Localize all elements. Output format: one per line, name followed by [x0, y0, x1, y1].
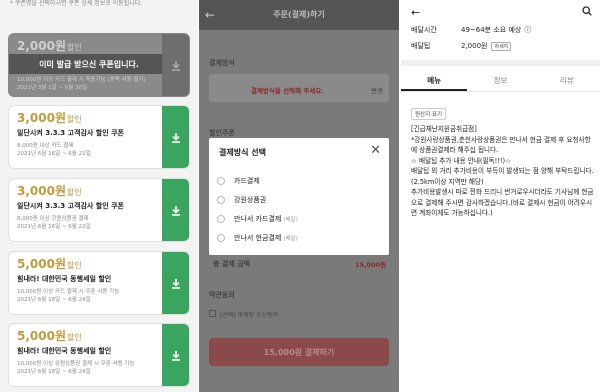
- option-label: 카드결제: [234, 177, 260, 185]
- coupon-list-panel: * 쿠폰명을 선택하시면 쿠폰 상세 정보로 이동됩니다. 2,000원할인 .…: [0, 0, 198, 392]
- coupon-card[interactable]: 2,000원할인 . 10,000원 이상 카드 결제 시 적용가능 (동백 사…: [8, 33, 190, 97]
- download-icon: [171, 206, 180, 216]
- delivery-time-label: 배달시간: [411, 26, 437, 34]
- option-label: 만나서 현금결제: [234, 234, 282, 242]
- discount-label: 할인쿠폰: [209, 129, 235, 137]
- coupon-card[interactable]: 5,000원할인 힘내라! 대한민국 동행세일 할인 10,000원 이상 강원…: [8, 323, 190, 387]
- payment-option[interactable]: 만나서 현금결제 (배달): [217, 231, 298, 245]
- radio-icon[interactable]: [217, 215, 225, 223]
- coupon-title: 힘내라! 대한민국 동행세일 할인: [17, 275, 112, 283]
- delivery-fee-label: 배달팁: [411, 42, 431, 50]
- coupon-amount: 2,000원할인: [17, 39, 82, 53]
- store-notice: [긴급재난지원금취급점] *강원사랑상품권,춘천사랑상품권은 만나서 현금 결제…: [411, 124, 594, 219]
- coupon-condition: 8,000원 이상 카드 결제: [17, 143, 74, 149]
- payment-option[interactable]: 카드결제: [217, 174, 260, 188]
- tab-review[interactable]: 리뷰: [534, 70, 600, 91]
- coupon-note: * 쿠폰명을 선택하시면 쿠폰 상세 정보로 이동됩니다.: [10, 0, 143, 7]
- coupon-amount: 5,000원할인: [17, 329, 82, 343]
- back-arrow-icon[interactable]: ←: [411, 6, 420, 19]
- option-label: 강원상품권: [234, 196, 267, 204]
- option-sub: (배달): [283, 217, 298, 223]
- delivery-fee-row: 배달팁 2,000원 자세히: [411, 41, 512, 51]
- coupon-condition: 8,000원 이상 강원상품권 결제: [17, 216, 89, 222]
- coupon-date: 2021년 3월 1일 ~ 6월 30일: [17, 85, 88, 91]
- coupon-download-button[interactable]: [162, 106, 189, 168]
- total-label: 총 결제 금액: [213, 260, 251, 268]
- marketing-checkbox[interactable]: [209, 310, 216, 317]
- coupon-condition: 10,000원 이상 카드 결제 시 적용가능 (동백 사용 불가): [17, 77, 146, 83]
- marketing-label: [선택] 마케팅 수신동의: [220, 312, 279, 319]
- page-title: 주문(결제)하기: [273, 10, 325, 19]
- payment-option[interactable]: 강원상품권: [217, 193, 266, 207]
- coupon-date: 2021년 6월 18일 ~ 6월 24일: [17, 369, 91, 375]
- origin-label-chip[interactable]: 원산지 표기: [411, 108, 447, 120]
- coupon-download-button[interactable]: [162, 34, 189, 96]
- modal-title: 결제방식 선택: [219, 148, 266, 157]
- download-icon: [171, 133, 180, 143]
- delivery-fee-value: 2,000원: [461, 42, 488, 50]
- payment-method-label: 결제방식: [209, 59, 235, 67]
- coupon-condition: 10,000원 이상 강원상품권 결제 시 쿠폰 사용 가능: [17, 361, 135, 367]
- coupon-title: 일단시켜 3.3.3 고객감사 할인 쿠폰: [17, 202, 124, 210]
- search-icon[interactable]: [582, 6, 592, 16]
- coupon-body[interactable]: 3,000원할인 일단시켜 3.3.3 고객감사 할인 쿠폰 8,000원 이상…: [9, 106, 163, 168]
- download-icon: [171, 279, 180, 289]
- coupon-body[interactable]: 3,000원할인 일단시켜 3.3.3 고객감사 할인 쿠폰 8,000원 이상…: [9, 179, 163, 241]
- payment-method-modal: 결제방식 선택 ✕ 카드결제 강원상품권 만나서 카드결제 (배달) 만나서 현…: [209, 138, 389, 255]
- coupon-amount: 3,000원할인: [17, 111, 82, 125]
- checkout-panel: ← 주문(결제)하기 결제방식 결제방식을 선택해 주세요. 변경 할인쿠폰 총…: [199, 0, 399, 392]
- coupon-body[interactable]: 5,000원할인 힘내라! 대한민국 동행세일 할인 10,000원 이상 강원…: [9, 324, 163, 386]
- tab-menu[interactable]: 메뉴: [401, 70, 468, 91]
- coupon-date: 2021년 6월 16일 ~ 6월 22일: [17, 151, 91, 157]
- coupon-date: 2021년 6월 16일 ~ 6월 22일: [17, 224, 91, 230]
- radio-icon[interactable]: [217, 196, 225, 204]
- payment-option[interactable]: 만나서 카드결제 (배달): [217, 212, 298, 226]
- coupon-download-button[interactable]: [162, 179, 189, 241]
- notice-line: ☆ 배달팁 추가 내용 안내(필독!!!)☆: [411, 156, 512, 165]
- coupon-title: 일단시켜 3.3.3 고객감사 할인 쿠폰: [17, 129, 124, 137]
- section-divider: [401, 60, 600, 66]
- coupon-amount: 5,000원할인: [17, 257, 82, 271]
- notice-line: [긴급재난지원금취급점]: [411, 125, 477, 133]
- close-icon[interactable]: ✕: [370, 143, 381, 158]
- coupon-download-button[interactable]: [162, 324, 189, 386]
- coupon-card[interactable]: 3,000원할인 일단시켜 3.3.3 고객감사 할인 쿠폰 8,000원 이상…: [8, 178, 190, 242]
- checkout-header: ← 주문(결제)하기: [199, 0, 399, 30]
- option-sub: (배달): [283, 236, 298, 242]
- radio-icon[interactable]: [217, 177, 225, 185]
- download-icon: [171, 61, 180, 71]
- terms-label: 약관동의: [209, 291, 235, 299]
- coupon-card[interactable]: 5,000원할인 힘내라! 대한민국 동행세일 할인 10,000원 이상 카드…: [8, 251, 190, 315]
- coupon-date: 2021년 6월 18일 ~ 6월 24일: [17, 297, 91, 303]
- tab-bar: 메뉴 정보 리뷰: [401, 70, 600, 92]
- delivery-time-value: 49~64분 소요 예상: [461, 26, 522, 34]
- option-label: 만나서 카드결제: [234, 215, 282, 223]
- tab-info[interactable]: 정보: [467, 70, 533, 91]
- coupon-title: 힘내라! 대한민국 동행세일 할인: [17, 347, 112, 355]
- already-issued-banner: 이미 발급 받으신 쿠폰입니다.: [9, 54, 169, 74]
- pay-button[interactable]: 15,000원 결제하기: [209, 338, 389, 366]
- radio-icon[interactable]: [217, 234, 225, 242]
- coupon-card[interactable]: 3,000원할인 일단시켜 3.3.3 고객감사 할인 쿠폰 8,000원 이상…: [8, 105, 190, 169]
- coupon-download-button[interactable]: [162, 252, 189, 314]
- coupon-amount: 3,000원할인: [17, 184, 82, 198]
- coupon-condition: 10,000원 이상 카드 결제 시 쿠폰 사용 가능: [17, 289, 120, 295]
- coupon-body[interactable]: 5,000원할인 힘내라! 대한민국 동행세일 할인 10,000원 이상 카드…: [9, 252, 163, 314]
- info-circle-icon[interactable]: ⓘ: [524, 25, 531, 35]
- delivery-time-row: 배달시간 49~64분 소요 예상 ⓘ: [411, 25, 531, 35]
- download-icon: [171, 351, 180, 361]
- notice-line: *강원사랑상품권,춘천사랑상품권은 만나서 현금 결제 후 요청사항에 상품권결…: [411, 135, 591, 155]
- change-button[interactable]: 변경: [371, 85, 383, 95]
- store-detail-panel: ← 배달시간 49~64분 소요 예상 ⓘ 배달팁 2,000원 자세히 메뉴 …: [401, 0, 600, 392]
- total-value: 15,000원: [355, 261, 387, 269]
- payment-warning: 결제방식을 선택해 주세요.: [251, 87, 324, 95]
- notice-line: 배달팁 외 거리 추가비용이 부득이 발생되는 점 양해 부탁드립니다.(2.5…: [411, 167, 594, 186]
- notice-line: 추가비용발생시 따로 전화 드리니 번거로우시더라도 기사님께 현금으로 결제해…: [411, 188, 594, 217]
- fee-detail-button[interactable]: 자세히: [491, 41, 512, 51]
